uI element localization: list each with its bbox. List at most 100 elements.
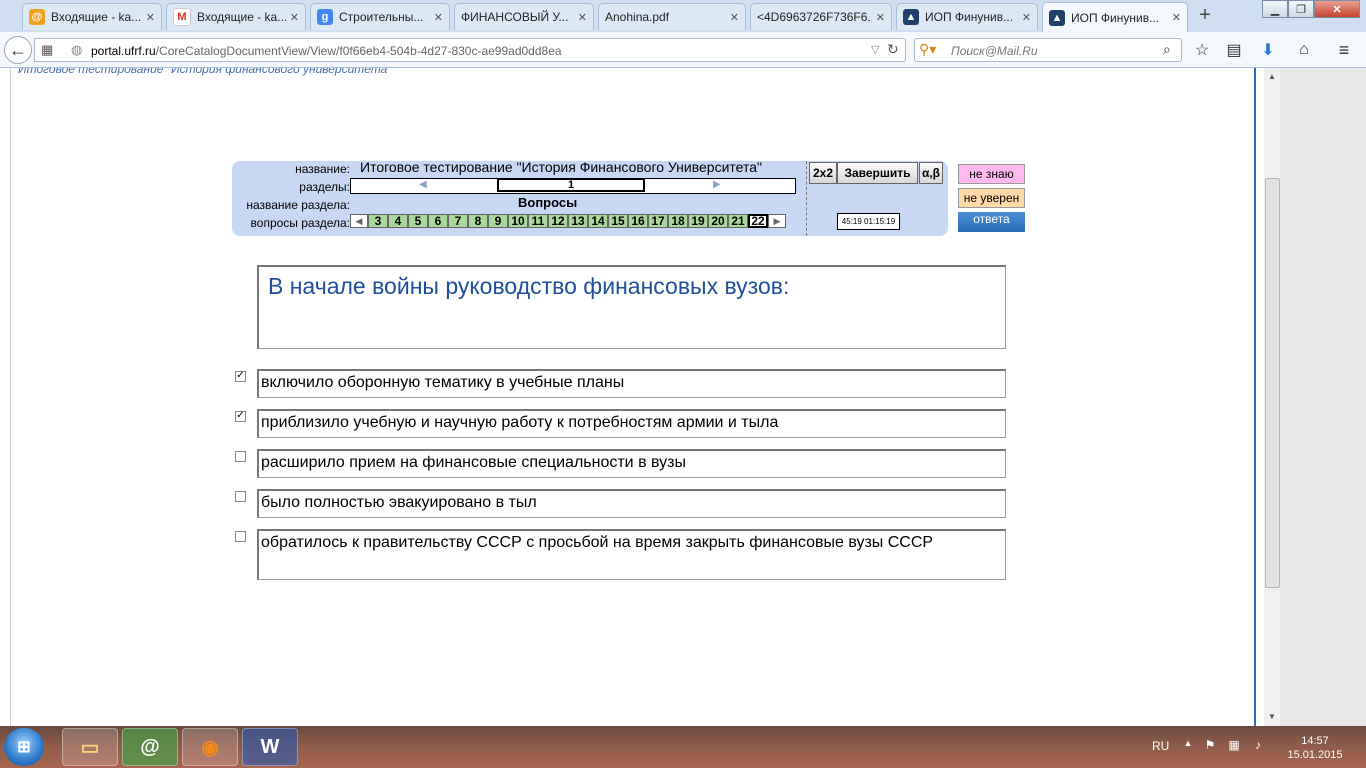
restore-icon[interactable]: ❐ <box>1288 0 1314 18</box>
sections-navigator: ◀ 1 ▶ <box>350 178 796 194</box>
question-next-icon[interactable]: ▶ <box>768 214 786 228</box>
search-icon[interactable]: ⌕ <box>1163 41 1171 58</box>
question-cell[interactable]: 12 <box>548 214 568 228</box>
question-prev-icon[interactable]: ◀ <box>350 214 368 228</box>
question-cell[interactable]: 16 <box>628 214 648 228</box>
start-button-windows-icon[interactable]: ⊞ <box>4 728 44 766</box>
url-bar[interactable]: ▦ ◍ portal.ufrf.ru/CoreCatalogDocumentVi… <box>34 38 906 62</box>
mail-agent-icon[interactable]: @ <box>122 728 178 766</box>
label-sections: разделы: <box>299 180 350 194</box>
firefox-icon[interactable]: ◉ <box>182 728 238 766</box>
question-cell[interactable]: 9 <box>488 214 508 228</box>
current-question-cell[interactable]: 22 <box>748 214 768 228</box>
network-icon[interactable]: ▦ <box>1226 738 1242 754</box>
tab-title: Строительны... <box>339 10 424 24</box>
search-input[interactable]: Поиск@Mail.Ru <box>951 44 1038 58</box>
close-icon[interactable]: ✕ <box>434 11 443 24</box>
question-cell[interactable]: 11 <box>528 214 548 228</box>
tab-3[interactable]: ФИНАНСОВЫЙ У... ✕ <box>454 3 594 30</box>
question-cell[interactable]: 6 <box>428 214 448 228</box>
2x2-button[interactable]: 2x2 <box>809 162 837 184</box>
answer-option[interactable]: приблизило учебную и научную работу к по… <box>257 409 1006 438</box>
answer-option[interactable]: обратилось к правительству СССР с просьб… <box>257 529 1006 580</box>
dont-know-button[interactable]: не знаю <box>958 164 1025 184</box>
page-viewport: Итоговое тестирование "История финансово… <box>0 68 1366 726</box>
current-section[interactable]: 1 <box>497 178 645 192</box>
window-close-icon[interactable]: ✕ <box>1314 0 1360 18</box>
close-icon[interactable]: ✕ <box>578 11 587 24</box>
answer-checkbox[interactable] <box>235 531 246 542</box>
question-cell[interactable]: 20 <box>708 214 728 228</box>
tab-2[interactable]: g Строительны... ✕ <box>310 3 450 30</box>
not-sure-button[interactable]: не уверен <box>958 188 1025 208</box>
tab-1[interactable]: M Входящие - ka... ✕ <box>166 3 306 30</box>
scrollbar-thumb[interactable] <box>1265 178 1280 588</box>
close-icon[interactable]: ✕ <box>146 11 155 24</box>
section-prev-icon[interactable]: ◀ <box>419 179 427 190</box>
answer-checkbox-checked[interactable]: ✓ <box>235 411 246 422</box>
scroll-up-icon[interactable]: ▲ <box>1268 72 1276 81</box>
grid-icon[interactable]: ▦ <box>41 42 53 58</box>
close-icon[interactable]: ✕ <box>1172 11 1181 24</box>
section-next-icon[interactable]: ▶ <box>713 179 721 190</box>
dropdown-arrow-icon[interactable]: ▽ <box>871 43 879 56</box>
close-icon[interactable]: ✕ <box>1022 11 1031 24</box>
tab-title: ФИНАНСОВЫЙ У... <box>461 10 569 24</box>
file-explorer-icon[interactable]: ▭ <box>62 728 118 766</box>
close-icon[interactable]: ✕ <box>730 11 739 24</box>
scroll-down-icon[interactable]: ▼ <box>1268 712 1276 721</box>
bookmarks-list-icon[interactable]: ▤ <box>1224 40 1244 60</box>
system-clock[interactable]: 14:57 15.01.2015 <box>1280 734 1350 762</box>
question-cell[interactable]: 17 <box>648 214 668 228</box>
question-cell[interactable]: 18 <box>668 214 688 228</box>
flag-icon[interactable]: ⚑ <box>1202 738 1218 754</box>
question-cell[interactable]: 4 <box>388 214 408 228</box>
menu-icon[interactable]: ≡ <box>1334 40 1354 60</box>
vertical-scrollbar[interactable]: ▲ ▼ <box>1264 68 1280 726</box>
question-cell[interactable]: 19 <box>688 214 708 228</box>
close-icon[interactable]: ✕ <box>876 11 885 24</box>
question-cell[interactable]: 15 <box>608 214 628 228</box>
tab-0[interactable]: @ Входящие - ka... ✕ <box>22 3 162 30</box>
finish-button[interactable]: Завершить <box>837 162 918 184</box>
close-icon[interactable]: ✕ <box>290 11 299 24</box>
answer-option[interactable]: включило оборонную тематику в учебные пл… <box>257 369 1006 398</box>
home-icon[interactable]: ⌂ <box>1294 40 1314 60</box>
back-arrow-icon[interactable]: ← <box>4 36 32 64</box>
language-indicator[interactable]: RU <box>1152 739 1169 753</box>
reload-icon[interactable]: ↻ <box>887 41 899 58</box>
question-cell[interactable]: 7 <box>448 214 468 228</box>
answer-checkbox-checked[interactable]: ✓ <box>235 371 246 382</box>
tab-title: <4D6963726F736F6... <box>757 10 872 24</box>
question-cell[interactable]: 21 <box>728 214 748 228</box>
answer-checkbox[interactable] <box>235 491 246 502</box>
url-text[interactable]: portal.ufrf.ru/CoreCatalogDocumentView/V… <box>91 44 562 58</box>
tab-title: Anohina.pdf <box>605 10 670 24</box>
volume-icon[interactable]: ♪ <box>1250 738 1266 754</box>
tab-6[interactable]: ▲ ИОП Финунив... ✕ <box>896 3 1038 30</box>
tray-expand-icon[interactable]: ▲ <box>1180 738 1196 754</box>
question-cell[interactable]: 8 <box>468 214 488 228</box>
bookmark-star-icon[interactable]: ☆ <box>1192 40 1212 60</box>
label-section-questions: вопросы раздела: <box>250 216 350 230</box>
answer-option[interactable]: было полностью эвакуировано в тыл <box>257 489 1006 518</box>
mail-search-engine-icon[interactable]: ⚲▾ <box>919 41 936 58</box>
answer-checkbox[interactable] <box>235 451 246 462</box>
tab-title: ИОП Финунив... <box>1071 10 1160 25</box>
tab-4[interactable]: Anohina.pdf ✕ <box>598 3 746 30</box>
download-icon[interactable]: ⬇ <box>1258 40 1278 60</box>
minimize-icon[interactable]: ▁ <box>1262 0 1288 18</box>
question-cell[interactable]: 13 <box>568 214 588 228</box>
question-cell[interactable]: 10 <box>508 214 528 228</box>
word-icon[interactable]: W <box>242 728 298 766</box>
new-tab-icon[interactable]: + <box>1194 4 1216 28</box>
question-cell[interactable]: 14 <box>588 214 608 228</box>
answer-option[interactable]: расширило прием на финансовые специально… <box>257 449 1006 478</box>
tab-5[interactable]: <4D6963726F736F6... ✕ <box>750 3 892 30</box>
search-bar[interactable]: ⚲▾ Поиск@Mail.Ru ⌕ <box>914 38 1182 62</box>
question-cell[interactable]: 5 <box>408 214 428 228</box>
tab-7-active[interactable]: ▲ ИОП Финунив... ✕ <box>1042 2 1188 32</box>
alpha-beta-button[interactable]: α,β <box>919 162 943 184</box>
question-cell[interactable]: 3 <box>368 214 388 228</box>
question-text: В начале войны руководство финансовых ву… <box>268 273 790 299</box>
